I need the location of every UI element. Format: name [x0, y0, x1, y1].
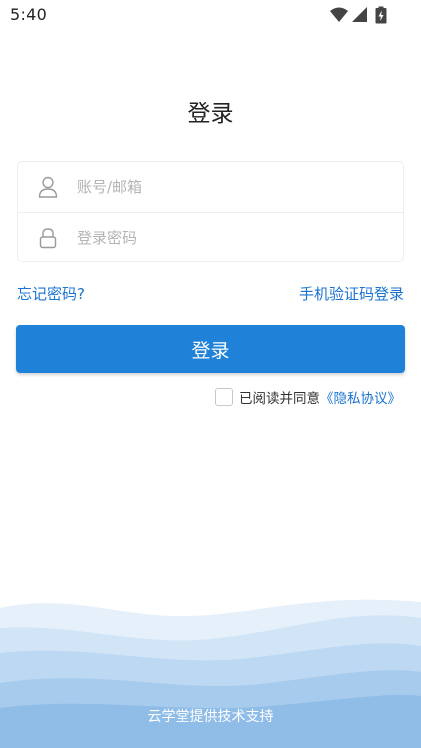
account-row — [18, 162, 403, 212]
login-screen: 5:40 登录 账号/邮箱 忘记密码? 手机验证码登录 登录 已阅读并同意 《隐… — [0, 0, 421, 748]
account-input[interactable] — [77, 171, 377, 203]
status-bar: 5:40 — [0, 0, 421, 30]
login-button[interactable]: 登录 — [16, 325, 405, 373]
sms-login-link[interactable]: 手机验证码登录 — [299, 283, 404, 304]
user-icon — [38, 176, 58, 198]
status-icons — [329, 6, 391, 24]
privacy-policy-link[interactable]: 《隐私协议》 — [320, 387, 401, 407]
agreement-row: 已阅读并同意 《隐私协议》 — [215, 387, 401, 407]
signal-icon — [352, 7, 367, 22]
login-form — [17, 161, 404, 262]
wifi-icon — [330, 7, 348, 22]
footer-text: 云学堂提供技术支持 — [147, 709, 274, 725]
page-title: 登录 — [187, 101, 234, 127]
password-input[interactable] — [77, 222, 377, 254]
password-row — [18, 212, 403, 262]
agreement-text: 已阅读并同意 — [239, 391, 320, 407]
battery-charging-icon — [375, 6, 387, 24]
agree-checkbox[interactable] — [215, 388, 233, 406]
forgot-password-link[interactable]: 忘记密码? — [17, 283, 85, 304]
lock-icon — [39, 228, 57, 249]
status-time: 5:40 — [10, 5, 48, 24]
